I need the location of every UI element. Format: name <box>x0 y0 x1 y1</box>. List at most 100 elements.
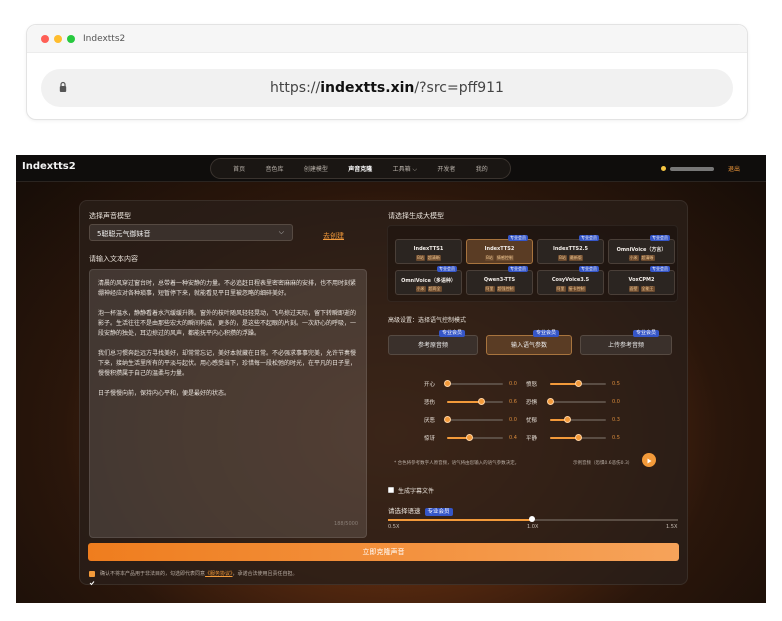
minimize-dot-icon[interactable] <box>54 34 62 43</box>
emotion-slider-track[interactable] <box>550 401 606 403</box>
emotion-mode-label: 高级设置：选择语气控制模式 <box>388 317 467 324</box>
emotion-slider-value: 0.5 <box>612 381 620 387</box>
model-tags: 小米 超两全 <box>396 286 461 292</box>
model-tag: 超清晰 <box>426 255 441 261</box>
play-icon <box>647 458 652 464</box>
play-sample-button[interactable] <box>642 453 656 467</box>
model-tags: B站 情感控制 <box>467 255 532 261</box>
brand-logo[interactable]: Indextts2 <box>22 161 76 172</box>
model-card-cosyvoice35[interactable]: 专业会员 CosyVoice3.5 阿里 接卡控制 <box>537 266 604 295</box>
user-area: 退出 <box>660 164 740 173</box>
emotion-slider-handle[interactable] <box>547 398 554 405</box>
model-card-indextts2[interactable]: 专业会员 IndexTTS2 B站 情感控制 <box>466 235 533 264</box>
model-name: CosyVoice3.5 <box>551 277 590 283</box>
emotion-slider-label: 愤怒 <box>526 382 538 388</box>
nav-item-voice-clone[interactable]: 声音克隆 <box>348 164 372 173</box>
browser-titlebar: Indextts2 <box>27 25 747 53</box>
logout-link[interactable]: 退出 <box>728 164 740 173</box>
model-card-voxcpm2[interactable]: 专业会员 VoxCPM2 面壁 全能王 <box>608 266 675 295</box>
close-dot-icon[interactable] <box>41 34 49 43</box>
address-bar[interactable]: https://indextts.xin/?src=pff911 <box>41 69 733 107</box>
emotion-slider[interactable]: 平静 0.5 <box>80 433 689 443</box>
nav-item-toolbox[interactable]: 工具箱 ⌵ <box>393 164 417 174</box>
model-card-omnivoice-dialect[interactable]: 专业会员 OmniVoice（方言） 小米 超清晰 <box>608 235 675 264</box>
model-name: IndexTTS1 <box>413 246 444 252</box>
emotion-slider-handle[interactable] <box>575 380 582 387</box>
subtitle-checkbox[interactable] <box>388 487 394 493</box>
model-tags: 面壁 全能王 <box>609 286 674 292</box>
model-tag: 超强控制 <box>496 286 515 292</box>
model-tag: 小米 <box>628 255 639 261</box>
emotion-note: * 合色将参考数字人原音频，语气将由您输入的语气参数决定。 <box>394 461 520 466</box>
text-input-label: 请输入文本内容 <box>89 255 138 263</box>
model-name: Qwen3-TTS <box>483 277 516 283</box>
nav-item-mine[interactable]: 我的 <box>476 164 488 173</box>
nav-item-voice-library[interactable]: 音色库 <box>266 164 284 173</box>
speed-slider-handle[interactable] <box>529 516 535 522</box>
mode-upload-audio[interactable]: 上传参考音频 专业会员 <box>580 330 672 355</box>
maximize-dot-icon[interactable] <box>67 34 75 43</box>
nav-item-home[interactable]: 首页 <box>233 164 245 173</box>
model-tags: 阿里 接卡控制 <box>538 286 603 292</box>
model-name: IndexTTS2.5 <box>552 246 588 252</box>
username-redacted[interactable] <box>669 166 714 171</box>
model-card-qwen3-tts[interactable]: 专业会员 Qwen3-TTS 阿里 超强控制 <box>466 266 533 295</box>
text-paragraph: 清晨的风穿过窗台时，总带着一种安静的力量。不必追赶日程表里密密麻麻的安排，也不用… <box>98 280 357 297</box>
url-text: https://indextts.xin/?src=pff911 <box>270 80 504 96</box>
vip-badge: 专业会员 <box>437 266 457 272</box>
vip-badge: 专业会员 <box>650 266 670 272</box>
browser-window: Indextts2 https://indextts.xin/?src=pff9… <box>26 24 748 120</box>
model-tag: 阿里 <box>555 286 566 292</box>
agreement-text: 确认不将本产品用于非法目的，勾选即代表同意《服务协议》，承诺合法使用且责任自担。 <box>100 571 298 577</box>
tab-title[interactable]: Indextts2 <box>83 34 125 44</box>
text-paragraph: 泡一杯温水，静静看着水汽缓缓升腾。窗外的枝叶随风轻轻晃动，飞鸟掠过天际，留下转瞬… <box>98 310 357 337</box>
speed-mark: 1.0X <box>527 524 539 530</box>
create-voice-link[interactable]: 去创建 <box>323 231 344 241</box>
nav-item-developer[interactable]: 开发者 <box>437 164 455 173</box>
agreement-checkbox[interactable] <box>89 571 95 586</box>
emotion-slider-value: 0.0 <box>612 399 620 405</box>
check-icon <box>89 581 95 586</box>
emotion-slider[interactable]: 愤怒 0.5 <box>80 379 689 389</box>
vip-badge: 专业会员 <box>650 235 670 241</box>
model-name: OmniVoice（方言） <box>616 247 667 253</box>
voice-model-select[interactable]: 5聪聪元气御妹音 ⌵ <box>89 224 293 241</box>
emotion-slider-handle[interactable] <box>575 434 582 441</box>
emotion-slider-label: 恐惧 <box>526 400 538 406</box>
vip-badge: 专业会员 <box>508 266 528 272</box>
model-tag: 超清晰 <box>640 255 655 261</box>
mode-input-params[interactable]: 输入语气参数 专业会员 <box>486 330 572 355</box>
vip-badge: 专业会员 <box>579 266 599 272</box>
speed-slider-fill <box>388 519 532 521</box>
emotion-slider-handle[interactable] <box>563 416 571 423</box>
speed-label: 请选择语速 专业会员 <box>388 505 453 516</box>
service-agreement-link[interactable]: 《服务协议》 <box>205 571 233 577</box>
model-name: IndexTTS2 <box>484 246 515 252</box>
model-tag: 最新版 <box>568 255 583 261</box>
model-tags: B站 超清晰 <box>396 255 461 261</box>
emotion-slider-fill <box>550 437 578 439</box>
mode-label: 参考原音频 <box>417 342 448 349</box>
char-count: 188/5000 <box>334 521 358 527</box>
nav-item-create-model[interactable]: 创建模型 <box>304 164 328 173</box>
model-tag: B站 <box>558 255 567 261</box>
mode-label: 输入语气参数 <box>510 342 547 349</box>
model-tags: 小米 超清晰 <box>609 255 674 261</box>
sample-audio-label: 示例音频（恐惧0.6悲伤0.3） <box>573 461 633 466</box>
clone-panel: 选择声音模型 5聪聪元气御妹音 ⌵ 去创建 请输入文本内容 清晨的风穿过窗台时，… <box>79 200 689 586</box>
mode-reference-audio[interactable]: 参考原音频 专业会员 <box>388 330 478 355</box>
emotion-slider[interactable]: 忧郁 0.3 <box>80 415 689 425</box>
vip-badge: 专业会员 <box>424 508 453 516</box>
model-tag: 全能王 <box>640 286 655 292</box>
speed-mark: 0.5X <box>388 524 400 530</box>
model-card-indextts25[interactable]: 专业会员 IndexTTS2.5 B站 最新版 <box>537 235 604 264</box>
model-card-indextts1[interactable]: IndexTTS1 B站 超清晰 <box>395 239 462 264</box>
model-tag: 接卡控制 <box>567 286 586 292</box>
top-nav: Indextts2 首页 音色库 创建模型 声音克隆 工具箱 ⌵ 开发者 我的 … <box>16 155 766 182</box>
model-card-omnivoice-multilingual[interactable]: 专业会员 OmniVoice（多语种） 小米 超两全 <box>395 266 462 295</box>
generate-button[interactable]: 立即克隆声音 <box>88 543 679 561</box>
model-name: VoxCPM2 <box>628 277 655 283</box>
voice-model-value: 5聪聪元气御妹音 <box>97 230 151 238</box>
model-tag: 情感控制 <box>495 255 514 261</box>
emotion-slider[interactable]: 恐惧 0.0 <box>80 397 689 407</box>
